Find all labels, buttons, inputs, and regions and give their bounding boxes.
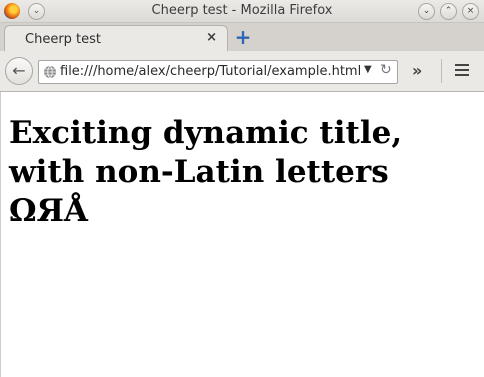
- hamburger-menu-icon[interactable]: [455, 64, 469, 78]
- window-title: Cheerp test - Mozilla Firefox: [151, 3, 333, 18]
- page-content: Exciting dynamic title, with non-Latin l…: [0, 92, 484, 377]
- tab-strip: Cheerp test × +: [0, 23, 484, 52]
- new-tab-button[interactable]: +: [234, 27, 252, 47]
- close-window-button[interactable]: ×: [462, 3, 479, 20]
- reload-icon[interactable]: ↻: [380, 62, 392, 78]
- title-bar: ⌄ Cheerp test - Mozilla Firefox ⌄ ⌃ ×: [0, 0, 484, 23]
- tab-cheerp-test[interactable]: Cheerp test ×: [4, 25, 228, 52]
- minimize-button[interactable]: ⌄: [418, 3, 435, 20]
- globe-icon: [44, 65, 56, 79]
- url-bar[interactable]: file:///home/alex/cheerp/Tutorial/exampl…: [38, 60, 398, 84]
- tab-label: Cheerp test: [25, 32, 102, 47]
- url-dropdown-icon[interactable]: ▼: [364, 64, 372, 75]
- page-heading: Exciting dynamic title, with non-Latin l…: [9, 115, 403, 229]
- back-button[interactable]: ←: [5, 57, 33, 85]
- tab-close-icon[interactable]: ×: [206, 30, 217, 45]
- maximize-button[interactable]: ⌃: [440, 3, 457, 20]
- toolbar-separator: [441, 59, 442, 83]
- url-text[interactable]: file:///home/alex/cheerp/Tutorial/exampl…: [60, 64, 361, 79]
- navigation-toolbar: ← file:///home/alex/cheerp/Tutorial/exam…: [0, 51, 484, 92]
- toolbar-overflow-button[interactable]: »: [412, 61, 422, 80]
